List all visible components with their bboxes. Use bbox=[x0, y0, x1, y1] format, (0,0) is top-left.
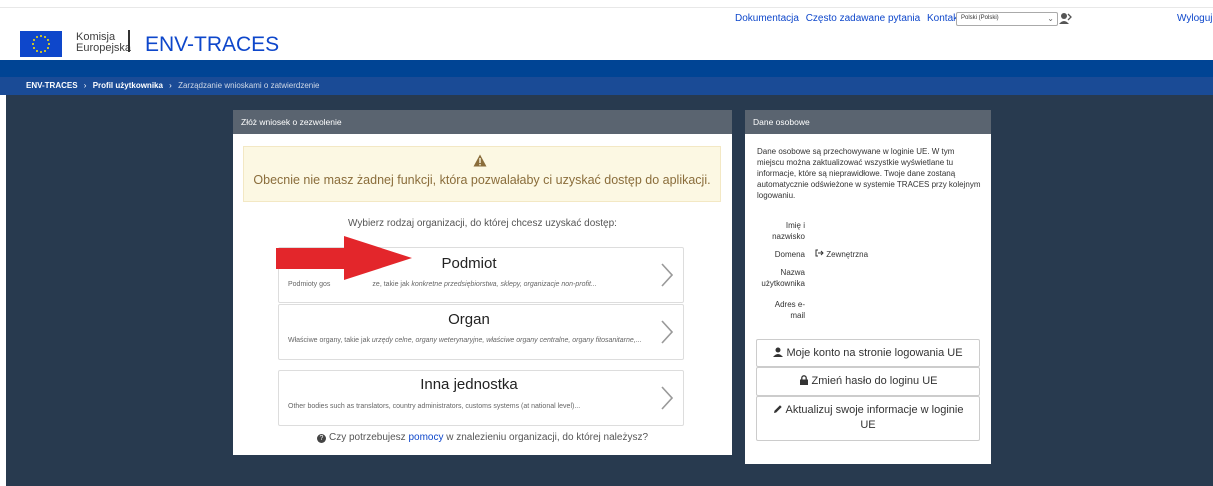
field-label-domain: Domena bbox=[774, 250, 805, 259]
help-line: ? Czy potrzebujesz pomocy w znalezieniu o… bbox=[233, 432, 732, 443]
choose-organization-label: Wybierz rodzaj organizacji, do której ch… bbox=[348, 218, 617, 229]
page-header: Komisja Europejska ENV-TRACES Dokumentac… bbox=[0, 0, 1213, 60]
chevron-down-icon: ⌄ bbox=[1047, 14, 1054, 23]
top-navbar bbox=[0, 60, 1213, 77]
alert-message: Obecnie nie masz żadnej funkcji, która p… bbox=[253, 173, 711, 187]
request-permission-panel: Złóż wniosek o zezwolenie Obecnie nie ma… bbox=[233, 110, 732, 455]
sign-out-icon bbox=[815, 249, 824, 257]
eu-flag-logo[interactable] bbox=[20, 31, 62, 57]
logo-divider bbox=[128, 30, 130, 52]
breadcrumb-current: Zarządzanie wnioskami o zatwierdzenie bbox=[178, 81, 320, 90]
change-password-button[interactable]: Zmień hasło do loginu UE bbox=[756, 367, 980, 396]
help-link[interactable]: pomocy bbox=[408, 432, 443, 443]
user-switch-icon[interactable] bbox=[1059, 12, 1072, 28]
warning-alert: Obecnie nie masz żadnej funkcji, która p… bbox=[243, 146, 721, 202]
card-description: Other bodies such as translators, countr… bbox=[288, 403, 581, 410]
field-label-username: Nazwa użytkownika bbox=[761, 268, 805, 288]
user-icon bbox=[773, 347, 784, 357]
logout-link[interactable]: Wyloguj bbox=[1177, 13, 1212, 24]
commission-name: Komisja Europejska bbox=[76, 31, 132, 54]
card-description: Podmioty gos ze, takie jak konkretne prze… bbox=[288, 281, 597, 288]
breadcrumb: ENV-TRACES › Profil użytkownika › Zarząd… bbox=[0, 77, 1213, 95]
breadcrumb-profile[interactable]: Profil użytkownika bbox=[93, 81, 163, 90]
question-icon: ? bbox=[316, 434, 326, 443]
eu-login-account-button[interactable]: Moje konto na stronie logowania UE bbox=[756, 339, 980, 367]
personal-data-panel: Dane osobowe Dane osobowe są przechowywa… bbox=[745, 110, 991, 464]
app-title[interactable]: ENV-TRACES bbox=[145, 33, 279, 57]
breadcrumb-home[interactable]: ENV-TRACES bbox=[26, 81, 78, 90]
warning-icon bbox=[473, 154, 487, 167]
card-title: Organ bbox=[448, 311, 490, 328]
top-divider bbox=[0, 0, 1213, 8]
link-faq[interactable]: Często zadawane pytania bbox=[806, 13, 921, 24]
update-info-button[interactable]: Aktualizuj swoje informacje w loginie UE bbox=[756, 396, 980, 441]
language-value: Polski (Polski) bbox=[961, 15, 999, 21]
chevron-right-icon bbox=[661, 263, 673, 287]
chevron-right-icon bbox=[661, 386, 673, 410]
org-card-other[interactable]: Inna jednostka Other bodies such as tran… bbox=[278, 370, 684, 426]
personal-data-info: Dane osobowe są przechowywane w loginie … bbox=[757, 147, 981, 200]
red-arrow-annotation bbox=[276, 236, 412, 280]
card-description: Właściwe organy, takie jak urzędy celne,… bbox=[288, 337, 642, 344]
top-links: Dokumentacja Często zadawane pytania Kon… bbox=[735, 13, 965, 24]
panel-title: Dane osobowe bbox=[745, 110, 991, 134]
card-title: Inna jednostka bbox=[420, 376, 518, 393]
chevron-right-icon: › bbox=[169, 81, 172, 90]
field-value-domain: Zewnętrzna bbox=[815, 249, 868, 259]
link-documentation[interactable]: Dokumentacja bbox=[735, 13, 799, 24]
panel-title: Złóż wniosek o zezwolenie bbox=[233, 110, 732, 134]
lock-icon bbox=[799, 375, 808, 385]
field-label-email: Adres e-mail bbox=[774, 300, 805, 320]
language-select[interactable]: Polski (Polski) ⌄ bbox=[956, 12, 1058, 26]
pencil-icon bbox=[773, 405, 782, 413]
field-label-name: Imię i nazwisko bbox=[772, 221, 805, 241]
org-card-organ[interactable]: Organ Właściwe organy, takie jak urzędy … bbox=[278, 304, 684, 360]
chevron-right-icon bbox=[661, 320, 673, 344]
chevron-right-icon: › bbox=[83, 81, 87, 90]
